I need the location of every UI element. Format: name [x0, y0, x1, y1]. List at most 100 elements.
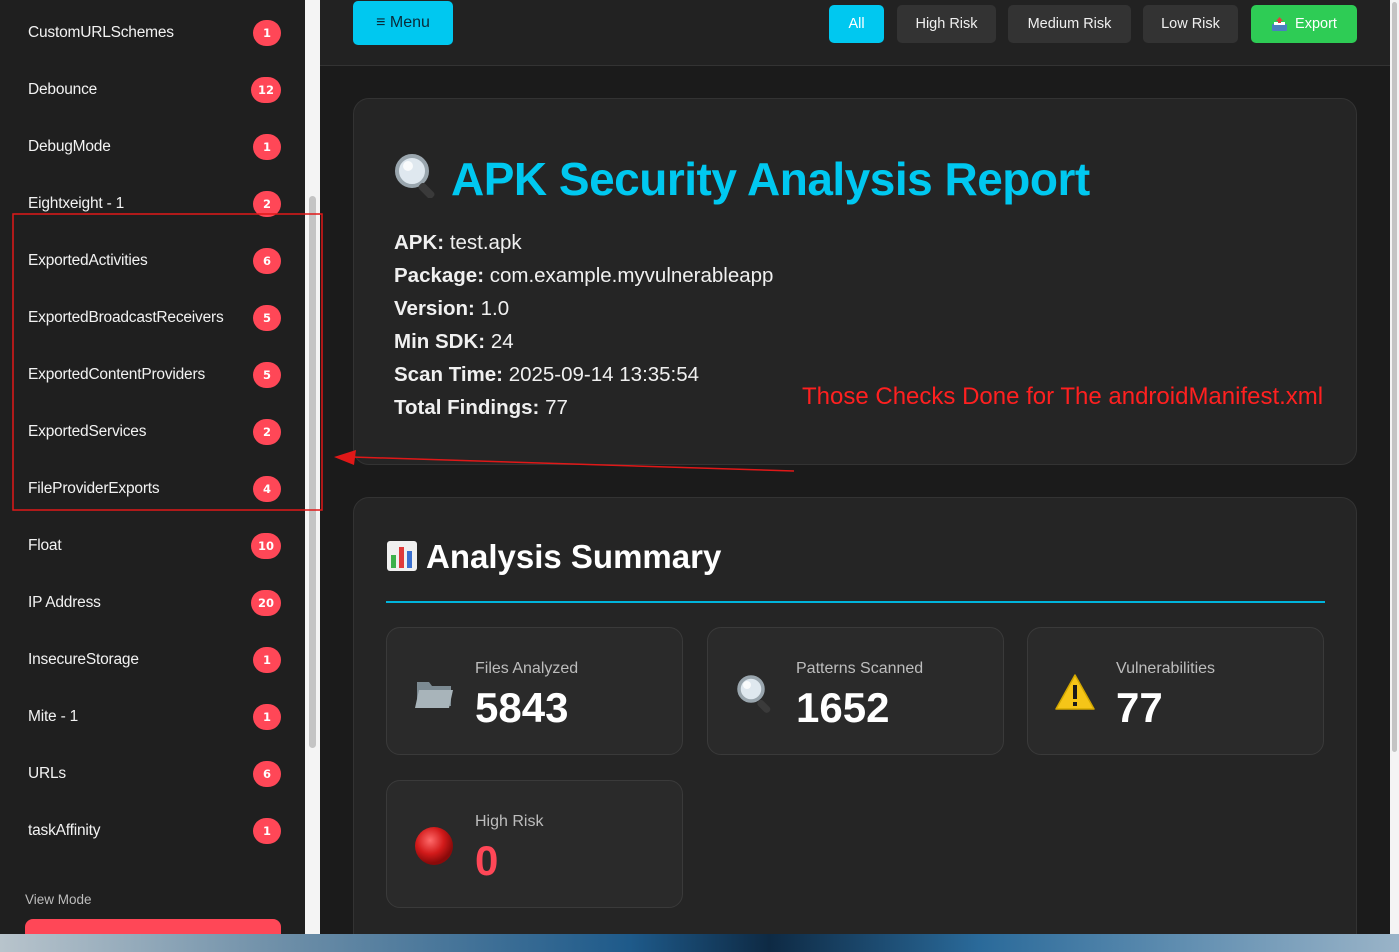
- count-badge: 2: [253, 418, 281, 445]
- info-label: Package:: [394, 264, 485, 287]
- folder-icon: [413, 672, 455, 714]
- info-label: Version:: [394, 297, 475, 320]
- main-content: ≡ Menu All High Risk Medium Risk Low Ris…: [320, 0, 1390, 934]
- stat-label: Patterns Scanned: [796, 660, 924, 677]
- stat-value: 0: [475, 837, 499, 884]
- stat-card-files: Files Analyzed 5843: [386, 627, 683, 755]
- sidebar-item-insecurestorage[interactable]: InsecureStorage 1: [0, 631, 305, 688]
- sidebar-item-taskaffinity[interactable]: taskAffinity 1: [0, 802, 305, 859]
- view-mode-label: View Mode: [25, 892, 92, 907]
- info-scan-time: Scan Time: 2025-09-14 13:35:54: [394, 363, 699, 387]
- sidebar-item-exportedbroadcastreceivers[interactable]: ExportedBroadcastReceivers 5: [0, 289, 305, 346]
- sidebar-item-debugmode[interactable]: DebugMode 1: [0, 118, 305, 175]
- magnifier-icon: [393, 152, 441, 199]
- info-value: 77: [545, 396, 568, 419]
- page-title: APK Security Analysis Report: [451, 153, 1090, 205]
- info-value: 24: [490, 330, 514, 353]
- info-label: Total Findings:: [394, 396, 540, 419]
- sidebar-scrollbar-thumb[interactable]: [309, 196, 316, 748]
- sidebar-item-exportedactivities[interactable]: ExportedActivities 6: [0, 232, 305, 289]
- warning-icon: [1054, 672, 1096, 714]
- red-circle-icon: [413, 825, 455, 867]
- magnifier-icon: [734, 672, 776, 714]
- stat-value: 1652: [796, 684, 890, 731]
- info-value: test.apk: [449, 231, 522, 254]
- count-badge: 20: [250, 589, 281, 616]
- stat-value: 5843: [475, 684, 569, 731]
- sidebar-item-debounce[interactable]: Debounce 12: [0, 61, 305, 118]
- bar-chart-icon: [387, 541, 417, 571]
- count-badge: 6: [253, 760, 281, 787]
- main-scrollbar-thumb[interactable]: [1392, 2, 1397, 752]
- count-badge: 5: [253, 361, 281, 388]
- stat-label: Vulnerabilities: [1116, 660, 1216, 677]
- sidebar-item-ip-address[interactable]: IP Address 20: [0, 574, 305, 631]
- sidebar-item-urls[interactable]: URLs 6: [0, 745, 305, 802]
- sidebar: CustomURLSchemes 1 Debounce 12 DebugMode…: [0, 0, 305, 934]
- export-icon: [1271, 16, 1288, 32]
- sidebar-item-customurlschemes[interactable]: CustomURLSchemes 1: [0, 4, 305, 61]
- info-version: Version: 1.0: [394, 297, 509, 321]
- desktop-background: [0, 934, 1399, 952]
- info-apk: APK: test.apk: [394, 231, 522, 255]
- stat-card-high-risk: High Risk 0: [386, 780, 683, 908]
- filter-medium-risk-button[interactable]: Medium Risk: [1008, 5, 1131, 43]
- section-divider: [386, 601, 1325, 603]
- info-min-sdk: Min SDK: 24: [394, 330, 514, 354]
- sidebar-item-label: URLs: [28, 764, 66, 782]
- filter-low-risk-button[interactable]: Low Risk: [1143, 5, 1238, 43]
- analysis-summary-card: Analysis Summary Files Analyzed 5843 Pat…: [353, 497, 1357, 934]
- stat-label: Files Analyzed: [475, 660, 579, 677]
- annotation-text: Those Checks Done for The androidManifes…: [802, 383, 1324, 410]
- info-value: 1.0: [480, 297, 510, 320]
- view-mode-button[interactable]: [25, 919, 281, 934]
- sidebar-item-label: ExportedServices: [28, 422, 147, 440]
- count-badge: 1: [253, 19, 281, 46]
- sidebar-item-label: Float: [28, 536, 62, 554]
- filter-all-button[interactable]: All: [829, 5, 884, 43]
- sidebar-item-mite[interactable]: Mite - 1 1: [0, 688, 305, 745]
- sidebar-item-exportedcontentproviders[interactable]: ExportedContentProviders 5: [0, 346, 305, 403]
- sidebar-item-label: Eightxeight - 1: [28, 194, 125, 212]
- menu-button[interactable]: ≡ Menu: [353, 1, 453, 45]
- sidebar-item-float[interactable]: Float 10: [0, 517, 305, 574]
- count-badge: 1: [253, 646, 281, 673]
- sidebar-item-label: ExportedBroadcastReceivers: [28, 308, 224, 326]
- stat-card-vulnerabilities: Vulnerabilities 77: [1027, 627, 1324, 755]
- info-value: 2025-09-14 13:35:54: [508, 363, 700, 386]
- section-title: Analysis Summary: [426, 538, 722, 575]
- count-badge: 1: [253, 133, 281, 160]
- sidebar-item-label: FileProviderExports: [28, 479, 160, 497]
- sidebar-item-eightxeight[interactable]: Eightxeight - 1 2: [0, 175, 305, 232]
- sidebar-item-label: CustomURLSchemes: [28, 23, 174, 41]
- count-badge: 2: [253, 190, 281, 217]
- count-badge: 4: [253, 475, 281, 502]
- stat-card-patterns: Patterns Scanned 1652: [707, 627, 1004, 755]
- export-button[interactable]: Export: [1251, 5, 1357, 43]
- info-label: Min SDK:: [394, 330, 486, 353]
- export-label: Export: [1295, 16, 1337, 32]
- sidebar-item-label: DebugMode: [28, 137, 111, 155]
- sidebar-item-label: taskAffinity: [28, 821, 101, 839]
- count-badge: 5: [253, 304, 281, 331]
- count-badge: 1: [253, 817, 281, 844]
- count-badge: 12: [250, 76, 281, 103]
- sidebar-item-label: IP Address: [28, 593, 101, 611]
- filter-high-risk-button[interactable]: High Risk: [897, 5, 996, 43]
- sidebar-item-exportedservices[interactable]: ExportedServices 2: [0, 403, 305, 460]
- stat-label: High Risk: [475, 813, 544, 830]
- count-badge: 6: [253, 247, 281, 274]
- sidebar-item-label: InsecureStorage: [28, 650, 139, 668]
- sidebar-item-label: Debounce: [28, 80, 98, 98]
- count-badge: 1: [253, 703, 281, 730]
- report-header-card: APK Security Analysis Report APK: test.a…: [353, 98, 1357, 465]
- count-badge: 10: [250, 532, 281, 559]
- sidebar-item-fileproviderexports[interactable]: FileProviderExports 4: [0, 460, 305, 517]
- stat-value: 77: [1116, 684, 1163, 731]
- info-value: com.example.myvulnerableapp: [489, 264, 774, 287]
- sidebar-item-label: Mite - 1: [28, 707, 79, 725]
- info-total-findings: Total Findings: 77: [394, 396, 568, 420]
- top-toolbar: ≡ Menu All High Risk Medium Risk Low Ris…: [320, 0, 1390, 66]
- info-label: Scan Time:: [394, 363, 503, 386]
- info-package: Package: com.example.myvulnerableapp: [394, 264, 773, 288]
